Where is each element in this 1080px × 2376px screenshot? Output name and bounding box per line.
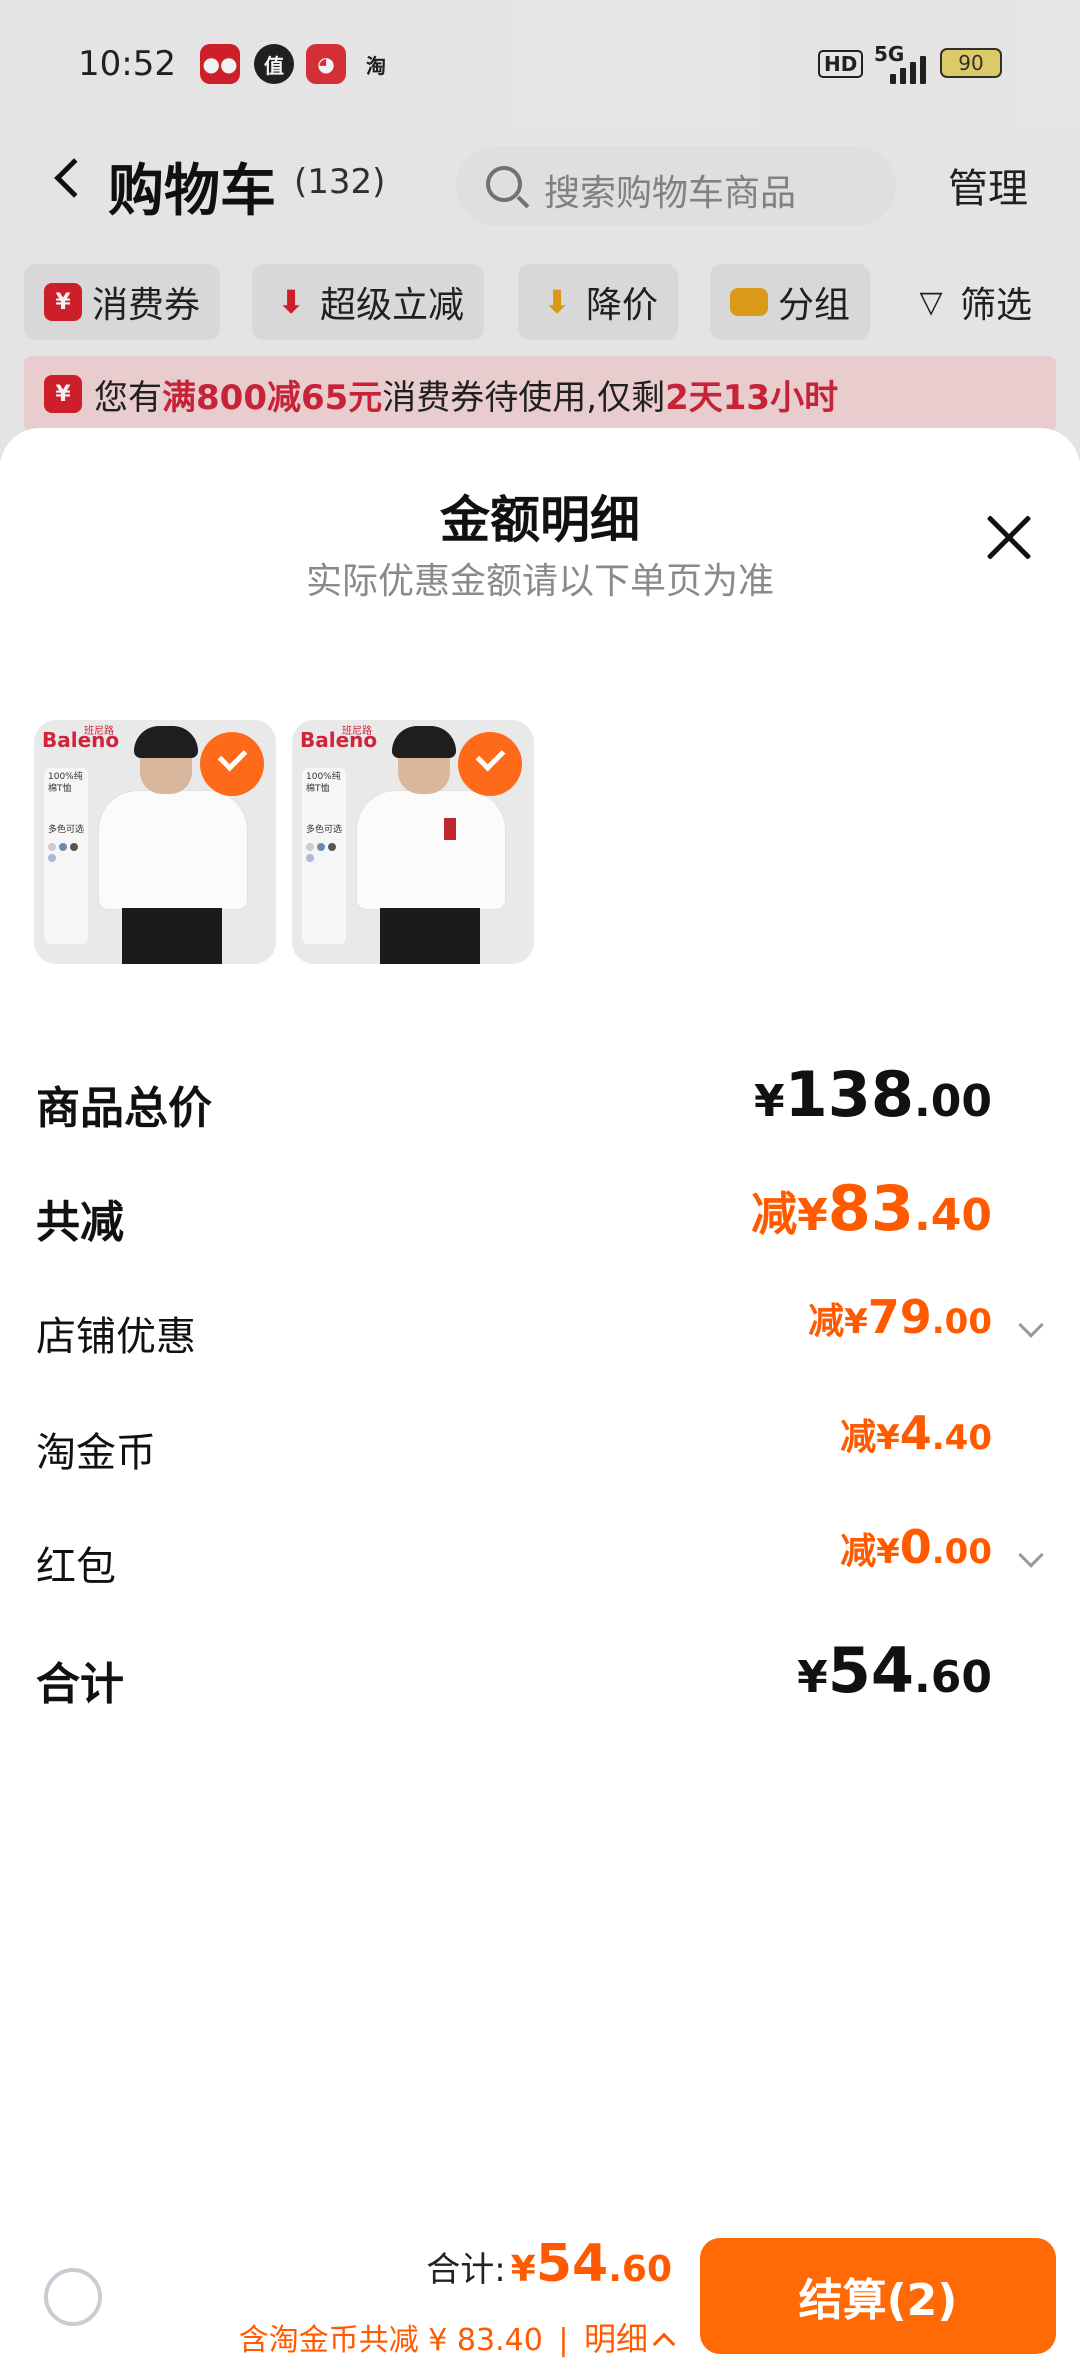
row-total: 合计 ¥54.60: [0, 1634, 1080, 1714]
product-thumbnail[interactable]: Baleno 班尼路 100%纯棉T恤 多色可选: [34, 720, 276, 964]
row-amount: ¥138.00: [754, 1058, 992, 1131]
row-coins: 淘金币 减¥4.40: [0, 1406, 1080, 1486]
brand-badge: 班尼路: [342, 726, 372, 737]
row-label: 合计: [36, 1659, 124, 1710]
row-amount: 减¥79.00: [808, 1290, 992, 1344]
product-pants: [380, 908, 480, 964]
saving-summary[interactable]: 含淘金币共减 ¥ 83.40 | 明细: [238, 2314, 676, 2360]
row-label: 商品总价: [36, 1083, 212, 1134]
row-label: 共减: [36, 1197, 124, 1248]
row-red-packet[interactable]: 红包 减¥0.00: [0, 1520, 1080, 1600]
product-info-text: 100%纯棉T恤: [48, 772, 83, 794]
product-thumbnails: Baleno 班尼路 100%纯棉T恤 多色可选 Baleno 班尼路 100%…: [34, 720, 554, 964]
checkout-button[interactable]: 结算(2): [700, 2238, 1056, 2354]
model-hair: [134, 726, 198, 758]
chevron-up-icon[interactable]: [652, 2332, 676, 2356]
row-total-discount: 共减 减¥83.40: [0, 1172, 1080, 1252]
color-swatches: [306, 843, 342, 863]
total-yen: ¥: [510, 2249, 536, 2290]
amount-detail-sheet: 金额明细 实际优惠金额请以下单页为准 Baleno 班尼路 100%纯棉T恤 多…: [0, 428, 1080, 2376]
row-shop-discount[interactable]: 店铺优惠 减¥79.00: [0, 1290, 1080, 1370]
shirt-logo: [444, 818, 456, 840]
total-int: 54: [535, 2234, 609, 2294]
product-colors-text: 多色可选: [48, 825, 85, 836]
model-hair: [392, 726, 456, 758]
row-amount: 减¥83.40: [751, 1172, 992, 1245]
separator: |: [558, 2323, 569, 2358]
select-all-radio[interactable]: [44, 2268, 102, 2326]
bottom-total: 合计: ¥54.60: [426, 2234, 672, 2294]
total-label: 合计:: [426, 2250, 506, 2290]
product-shirt: [356, 790, 506, 910]
row-amount: 减¥4.40: [840, 1406, 992, 1460]
row-label: 店铺优惠: [36, 1314, 196, 1360]
sheet-title: 金额明细: [440, 491, 640, 549]
total-dec: .60: [608, 2249, 672, 2290]
row-amount: 减¥0.00: [840, 1520, 992, 1574]
brand-badge: 班尼路: [84, 726, 114, 737]
detail-link[interactable]: 明细: [584, 2320, 648, 2358]
row-amount: ¥54.60: [797, 1634, 992, 1707]
checkout-bar: 合计: ¥54.60 含淘金币共减 ¥ 83.40 | 明细 结算(2): [0, 2220, 1080, 2376]
check-icon[interactable]: [458, 732, 522, 796]
color-swatches: [48, 843, 84, 863]
product-thumbnail[interactable]: Baleno 班尼路 100%纯棉T恤 多色可选: [292, 720, 534, 964]
product-info-card: 100%纯棉T恤 多色可选: [302, 768, 346, 944]
product-info-card: 100%纯棉T恤 多色可选: [44, 768, 88, 944]
product-info-text: 100%纯棉T恤: [306, 772, 341, 794]
product-shirt: [98, 790, 248, 910]
sheet-subtitle: 实际优惠金额请以下单页为准: [305, 561, 774, 602]
product-colors-text: 多色可选: [306, 825, 343, 836]
close-icon[interactable]: [984, 512, 1034, 562]
saving-text: 含淘金币共减 ¥ 83.40: [238, 2323, 543, 2358]
chevron-down-icon[interactable]: [1018, 1542, 1044, 1568]
chevron-down-icon[interactable]: [1018, 1312, 1044, 1338]
product-pants: [122, 908, 222, 964]
check-icon[interactable]: [200, 732, 264, 796]
row-label: 淘金币: [36, 1430, 156, 1476]
row-label: 红包: [36, 1544, 116, 1590]
modal-overlay[interactable]: [0, 0, 1080, 460]
row-subtotal: 商品总价 ¥138.00: [0, 1058, 1080, 1138]
